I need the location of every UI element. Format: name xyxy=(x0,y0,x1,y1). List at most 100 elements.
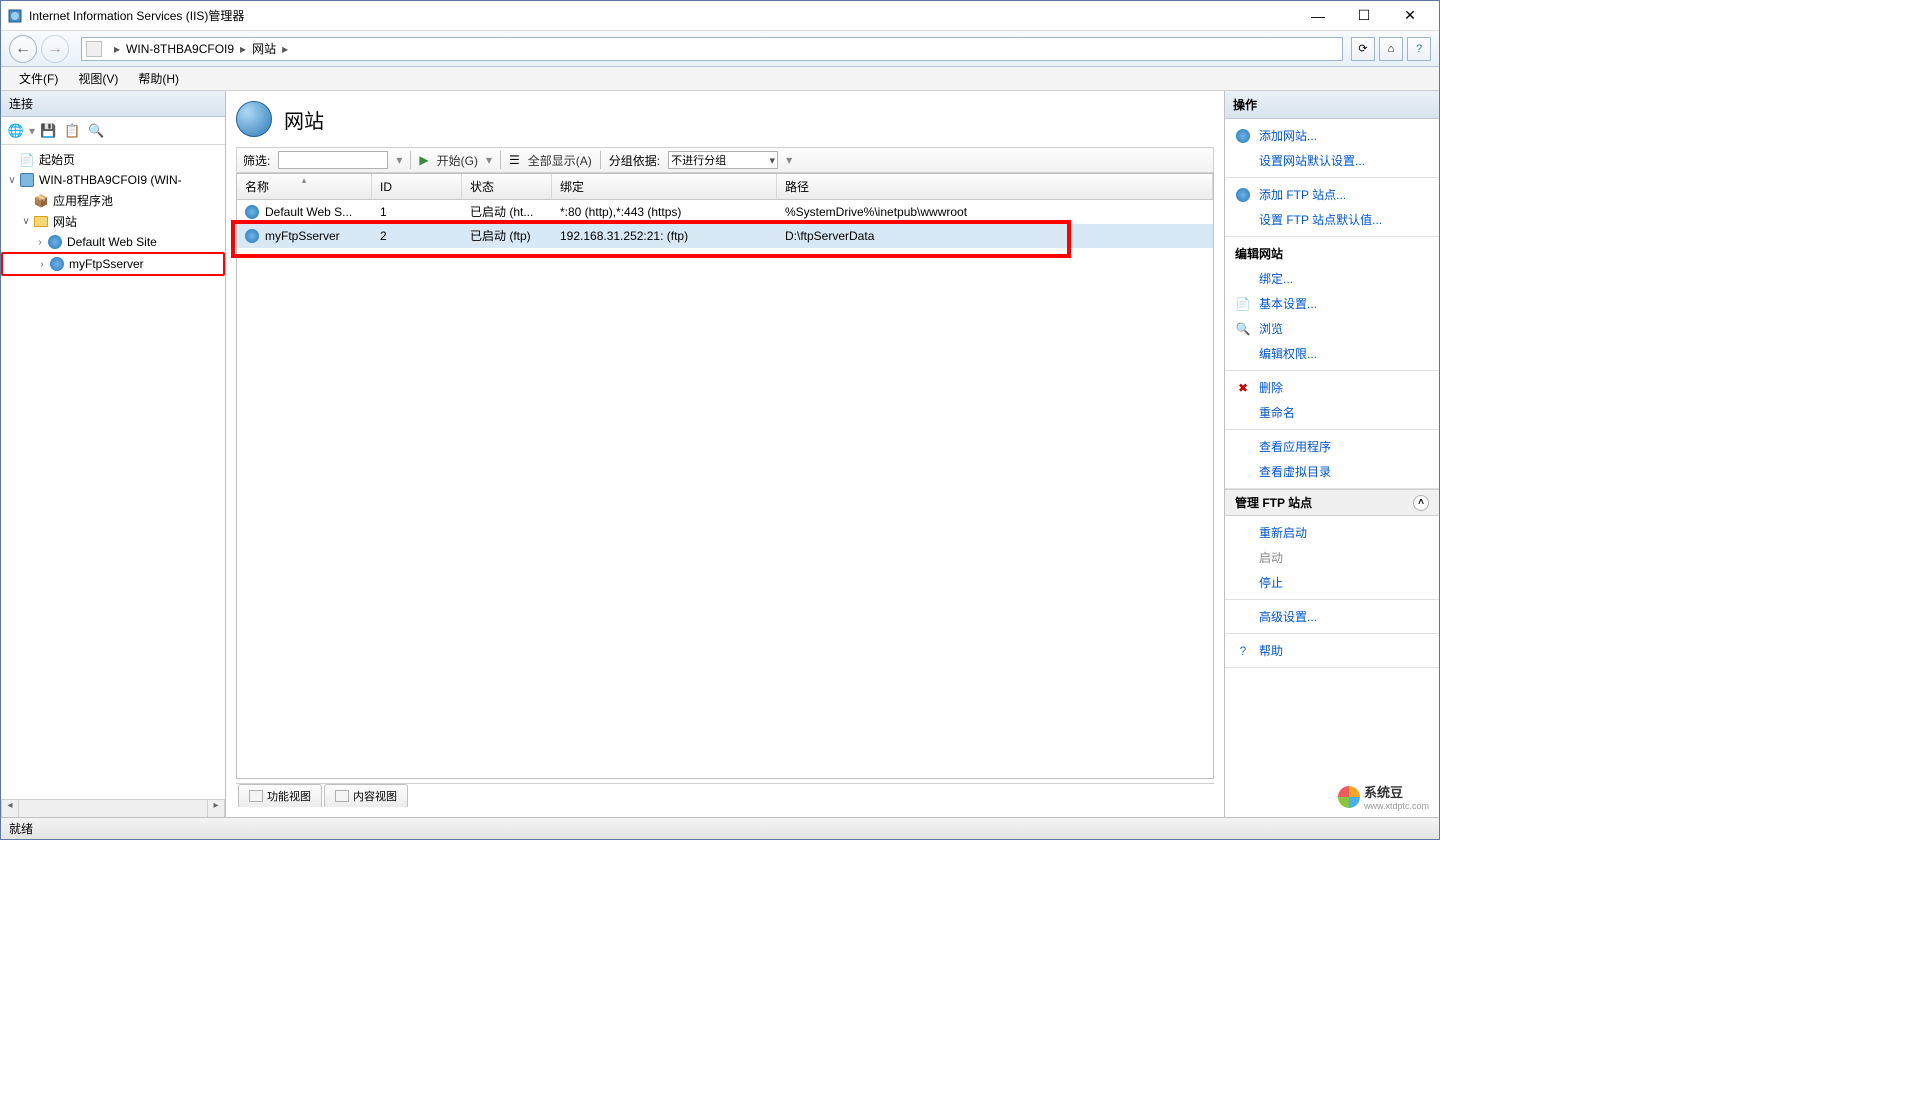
apppool-icon: 📦 xyxy=(33,193,49,209)
action-edit-permissions[interactable]: 编辑权限... xyxy=(1225,341,1439,366)
collapse-icon[interactable]: ˄ xyxy=(1413,495,1429,511)
nav-refresh-button[interactable]: ⟳ xyxy=(1351,37,1375,61)
breadcrumb-icon xyxy=(86,41,102,57)
scroll-right-button[interactable]: ▸ xyxy=(207,800,225,817)
nav-home-button[interactable]: ⌂ xyxy=(1379,37,1403,61)
globe-icon xyxy=(245,229,259,243)
globe-icon xyxy=(245,205,259,219)
cell-id: 1 xyxy=(372,205,462,219)
save-button[interactable]: 💾 xyxy=(37,120,59,142)
watermark: 系统豆 www.xtdptc.com xyxy=(1338,782,1429,811)
action-basic-settings[interactable]: 📄 基本设置... xyxy=(1225,291,1439,316)
scroll-left-button[interactable]: ◂ xyxy=(1,800,19,817)
breadcrumb-server[interactable]: WIN-8THBA9CFOI9 xyxy=(126,42,234,56)
connect-button[interactable]: 🌐 xyxy=(5,120,27,142)
tree-ftp-site[interactable]: › myFtpSserver xyxy=(1,252,225,276)
sort-asc-icon: ▴ xyxy=(302,175,307,186)
close-button[interactable]: ✕ xyxy=(1387,2,1433,30)
action-add-ftp[interactable]: 添加 FTP 站点... xyxy=(1225,182,1439,207)
action-ftp-defaults[interactable]: 设置 FTP 站点默认值... xyxy=(1225,207,1439,232)
grid-row[interactable]: myFtpSserver 2 已启动 (ftp) 192.168.31.252:… xyxy=(237,224,1213,248)
breadcrumb-sep: ▸ xyxy=(114,42,120,56)
action-site-defaults[interactable]: 设置网站默认设置... xyxy=(1225,148,1439,173)
nav-forward-button[interactable]: → xyxy=(41,35,69,63)
action-browse[interactable]: 🔍 浏览 xyxy=(1225,316,1439,341)
tree-label: WIN-8THBA9CFOI9 (WIN- xyxy=(39,173,182,187)
action-view-vdirs[interactable]: 查看虚拟目录 xyxy=(1225,459,1439,484)
menu-help[interactable]: 帮助(H) xyxy=(128,67,189,90)
column-header-binding[interactable]: 绑定 xyxy=(552,174,777,199)
watermark-name: 系统豆 xyxy=(1364,785,1403,800)
connections-panel: 连接 🌐 ▾ 💾 📋 🔍 📄 起始页 ∨ WIN-8THBA9CFOI9 (WI… xyxy=(1,91,226,817)
tree-default-site[interactable]: › Default Web Site xyxy=(1,232,225,252)
cell-binding: 192.168.31.252:21: (ftp) xyxy=(552,229,777,243)
action-start[interactable]: 启动 xyxy=(1225,545,1439,570)
grid-row[interactable]: Default Web S... 1 已启动 (ht... *:80 (http… xyxy=(237,200,1213,224)
action-advanced[interactable]: 高级设置... xyxy=(1225,604,1439,629)
edit-site-header: 编辑网站 xyxy=(1225,241,1439,266)
filter-start-button[interactable]: 开始(G) xyxy=(437,152,478,169)
filter-input[interactable] xyxy=(278,151,388,169)
home-icon: ⌂ xyxy=(1388,43,1395,55)
group-by-value: 不进行分组 xyxy=(671,152,726,168)
minimize-button[interactable]: — xyxy=(1295,2,1341,30)
nav-help-button[interactable]: ? xyxy=(1407,37,1431,61)
column-header-path[interactable]: 路径 xyxy=(777,174,1213,199)
actions-panel: 操作 添加网站... 设置网站默认设置... 添加 FTP 站点... 设置 F… xyxy=(1224,91,1439,817)
stop-button[interactable]: 🔍 xyxy=(85,120,107,142)
group-by-select[interactable]: 不进行分组 ▾ xyxy=(668,151,778,169)
globe-icon: 🌐 xyxy=(8,123,24,139)
save-icon: 💾 xyxy=(40,123,56,139)
tree-app-pools[interactable]: 📦 应用程序池 xyxy=(1,190,225,211)
cell-name: Default Web S... xyxy=(265,205,352,219)
cell-status: 已启动 (ht... xyxy=(462,203,552,220)
feature-view-icon xyxy=(249,790,263,802)
tree-label: 应用程序池 xyxy=(53,192,113,209)
titlebar: Internet Information Services (IIS)管理器 —… xyxy=(1,1,1439,31)
refresh-button[interactable]: 📋 xyxy=(61,120,83,142)
action-help[interactable]: ? 帮助 xyxy=(1225,638,1439,663)
maximize-button[interactable]: ☐ xyxy=(1341,2,1387,30)
action-bindings[interactable]: 绑定... xyxy=(1225,266,1439,291)
tree-server[interactable]: ∨ WIN-8THBA9CFOI9 (WIN- xyxy=(1,170,225,190)
tab-feature-view[interactable]: 功能视图 xyxy=(238,784,322,807)
filter-start-icon: ▶ xyxy=(419,153,428,167)
action-rename[interactable]: 重命名 xyxy=(1225,400,1439,425)
stop-icon: 🔍 xyxy=(88,123,104,139)
menu-file[interactable]: 文件(F) xyxy=(9,67,68,90)
window-title: Internet Information Services (IIS)管理器 xyxy=(29,7,1295,24)
column-header-status[interactable]: 状态 xyxy=(462,174,552,199)
action-view-apps[interactable]: 查看应用程序 xyxy=(1225,434,1439,459)
connections-header: 连接 xyxy=(1,91,225,117)
watermark-logo-icon xyxy=(1338,786,1360,808)
menu-view[interactable]: 视图(V) xyxy=(68,67,128,90)
nav-back-button[interactable]: ← xyxy=(9,35,37,63)
sidebar-scrollbar[interactable]: ◂ ▸ xyxy=(1,799,225,817)
breadcrumb[interactable]: ▸ WIN-8THBA9CFOI9 ▸ 网站 ▸ xyxy=(81,37,1343,61)
action-stop[interactable]: 停止 xyxy=(1225,570,1439,595)
globe-icon xyxy=(49,256,65,272)
expander-icon[interactable]: ∨ xyxy=(19,216,33,227)
column-header-name[interactable]: 名称 ▴ xyxy=(237,174,372,199)
show-all-icon: ☰ xyxy=(509,153,520,167)
tab-content-view[interactable]: 内容视图 xyxy=(324,784,408,807)
action-delete[interactable]: ✖ 删除 xyxy=(1225,375,1439,400)
globe-icon xyxy=(1235,128,1251,144)
expander-icon[interactable]: › xyxy=(35,259,49,270)
show-all-button[interactable]: 全部显示(A) xyxy=(528,152,592,169)
statusbar: 就绪 xyxy=(1,817,1439,839)
expander-icon[interactable]: ∨ xyxy=(5,175,19,186)
actions-header: 操作 xyxy=(1225,91,1439,119)
breadcrumb-section[interactable]: 网站 xyxy=(252,40,276,57)
tree-start-page[interactable]: 📄 起始页 xyxy=(1,149,225,170)
action-add-site[interactable]: 添加网站... xyxy=(1225,123,1439,148)
tree-sites[interactable]: ∨ 网站 xyxy=(1,211,225,232)
manage-ftp-header[interactable]: 管理 FTP 站点 ˄ xyxy=(1225,489,1439,516)
view-tabs: 功能视图 内容视图 xyxy=(236,783,1214,807)
globe-icon xyxy=(47,234,63,250)
expander-icon[interactable]: › xyxy=(33,237,47,248)
browse-icon: 🔍 xyxy=(1235,321,1251,337)
page-title: 网站 xyxy=(284,105,324,134)
column-header-id[interactable]: ID xyxy=(372,174,462,199)
action-restart[interactable]: 重新启动 xyxy=(1225,520,1439,545)
